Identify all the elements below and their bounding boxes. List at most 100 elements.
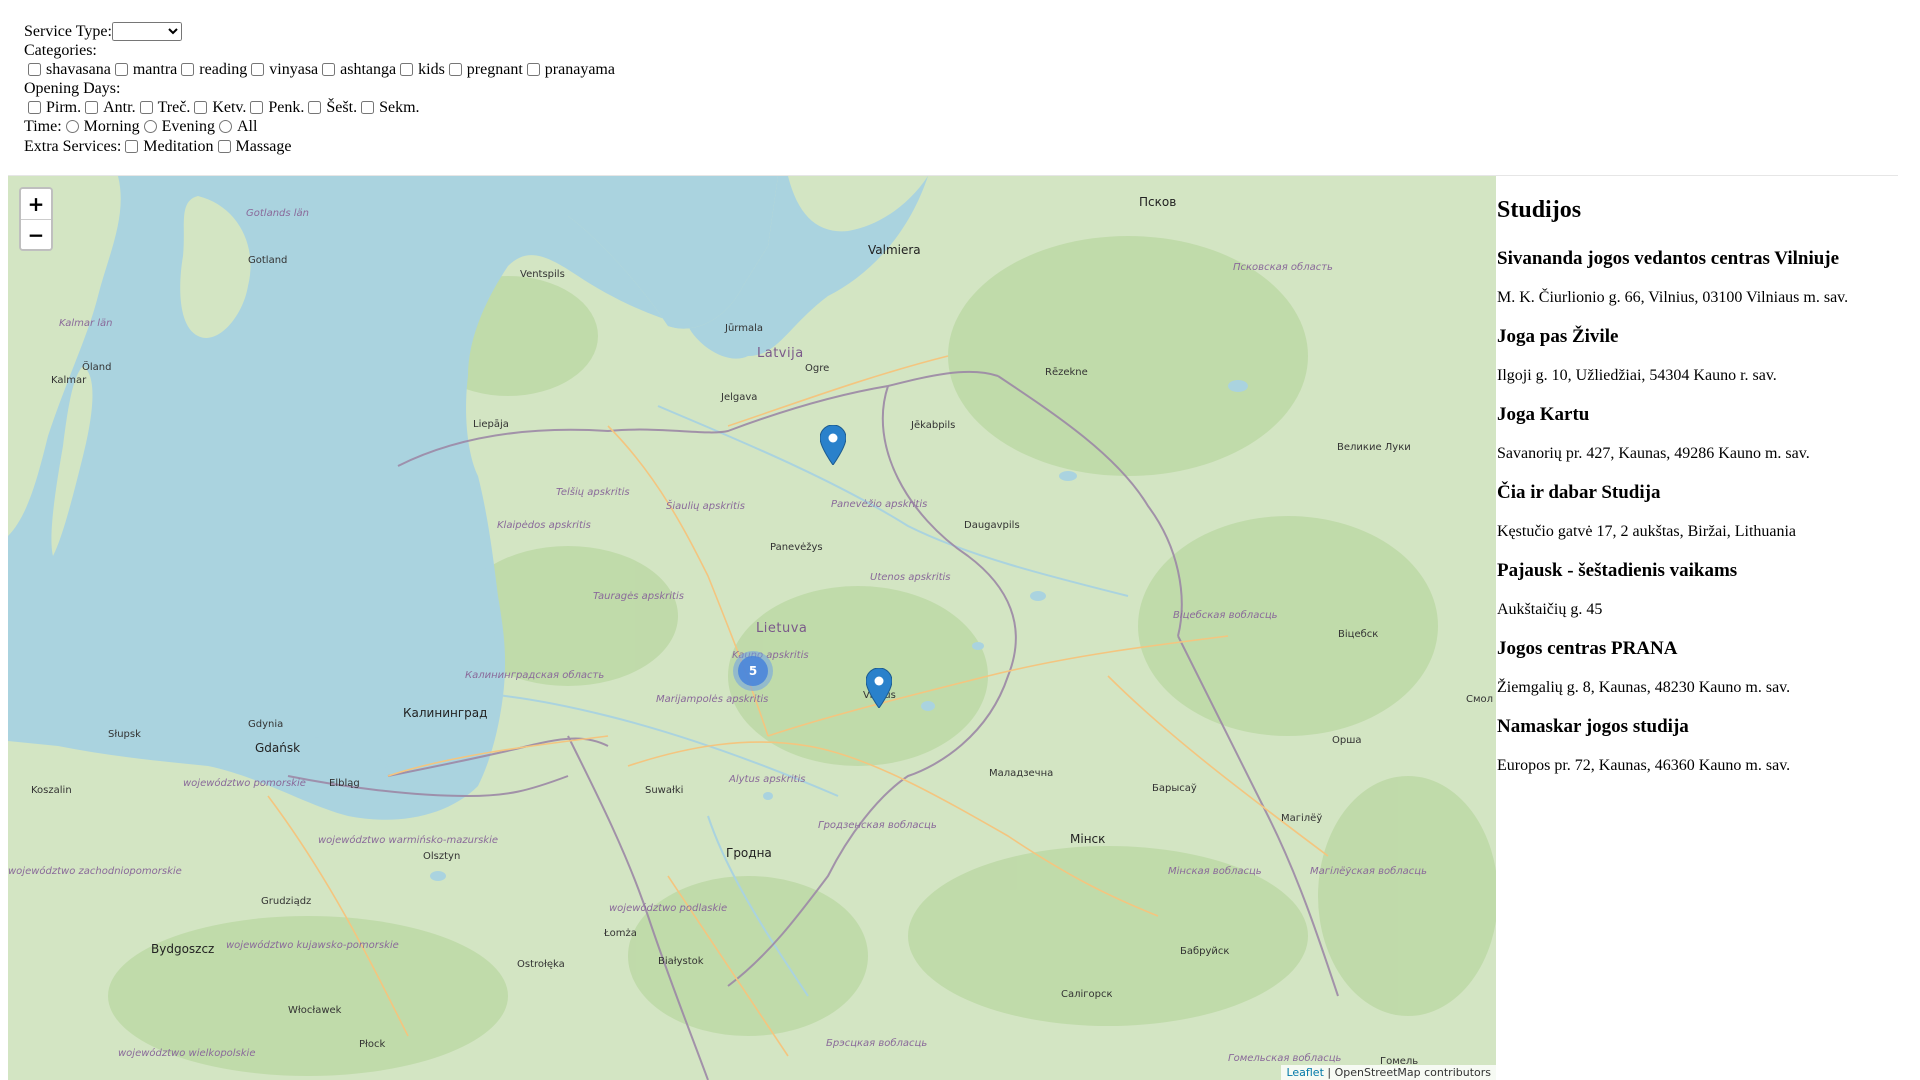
map-label-city: Салігорск (1061, 989, 1113, 1000)
day-label: Pirm. (46, 99, 82, 116)
studio-address: Žiemgalių g. 8, Kaunas, 48230 Kauno m. s… (1497, 679, 1791, 696)
map-label-city: Liepāja (473, 419, 509, 430)
studio-address: M. K. Čiurlionio g. 66, Vilnius, 03100 V… (1497, 289, 1849, 306)
category-checkbox-vinyasa[interactable] (251, 63, 265, 76)
studio-name: Čia ir dabar Studija (1497, 482, 1661, 503)
map-label-city: Słupsk (108, 729, 141, 740)
map-label-city: Rēzekne (1045, 367, 1088, 378)
studios-title: Studijos (1497, 197, 1582, 223)
filter-form: Service Type: Categories: shavasana mant… (24, 22, 615, 156)
studio-item: Jogos centras PRANA Žiemgalių g. 8, Kaun… (1497, 638, 1897, 697)
time-radio-all[interactable] (218, 120, 232, 133)
day-checkbox-pirm[interactable] (28, 101, 41, 114)
map-label-region: województwo podlaskie (609, 903, 728, 914)
studio-name: Joga pas Živile (1497, 326, 1619, 347)
studio-marker-birzai[interactable] (819, 424, 847, 466)
time-option-label: Morning (83, 118, 140, 135)
attribution-separator: | (1327, 1066, 1335, 1079)
map-label-city: Grudziądz (261, 896, 312, 907)
map-label-city: Ogre (805, 363, 830, 374)
time-option-label: All (236, 118, 258, 135)
map-label-city: Gdynia (248, 719, 284, 730)
map-label-city: Маладзечна (989, 768, 1054, 779)
map-label-city: Valmiera (868, 243, 921, 257)
zoom-in-button[interactable]: + (21, 189, 51, 219)
studio-address: Ilgoji g. 10, Užliedžiai, 54304 Kauno r.… (1497, 367, 1777, 384)
map-label-region: Гомельская вобласць (1228, 1053, 1342, 1064)
map-pin-icon (819, 424, 847, 466)
map-attribution: Leaflet | OpenStreetMap contributors (1281, 1065, 1496, 1080)
map-label-city: Bydgoszcz (151, 942, 215, 956)
day-checkbox-trec[interactable] (139, 101, 153, 114)
time-radio-morning[interactable] (65, 120, 79, 133)
map-label-region: Alytus apskritis (729, 774, 806, 785)
service-type-select[interactable] (111, 22, 182, 41)
extra-label: Massage (235, 138, 292, 155)
map-label-city: Ventspils (520, 269, 565, 280)
category-label: mantra (132, 61, 178, 78)
map-label-city: Włocławek (288, 1005, 342, 1016)
map-label-region: Gotlands län (246, 208, 310, 219)
map-label-city: Suwałki (645, 785, 684, 796)
map[interactable]: Псков Valmiera Ventspils Jūrmala Latvija… (8, 176, 1496, 1080)
map-label-region: Псковская область (1233, 262, 1333, 273)
studio-address: Europos pr. 72, Kaunas, 46360 Kauno m. s… (1497, 757, 1791, 774)
day-checkbox-sest[interactable] (308, 101, 322, 114)
category-checkbox-shavasana[interactable] (28, 63, 41, 76)
time-row: Time: Morning Evening All (24, 117, 615, 136)
map-label-city: Łomża (604, 928, 637, 939)
map-label-city: Płock (359, 1039, 386, 1050)
time-option-label: Evening (161, 118, 215, 135)
category-checkbox-pregnant[interactable] (448, 63, 462, 76)
map-label-city: Великие Луки (1337, 442, 1411, 453)
zoom-out-button[interactable]: − (21, 219, 51, 249)
map-label-city: Смол (1466, 694, 1494, 705)
day-checkbox-sekm[interactable] (361, 101, 375, 114)
day-label: Penk. (268, 99, 305, 116)
map-label-region: Магілёўская вобласць (1310, 866, 1428, 877)
category-checkbox-ashtanga[interactable] (322, 63, 336, 76)
extra-checkbox-meditation[interactable] (125, 140, 139, 153)
studio-item: Joga Kartu Savanorių pr. 427, Kaunas, 49… (1497, 404, 1897, 463)
studio-address: Aukštaičių g. 45 (1497, 601, 1603, 618)
map-label-region: Tauragės apskritis (593, 591, 684, 602)
category-label: pranayama (544, 61, 615, 78)
days-row: Pirm. Antr. Treč. Ketv. Penk. Šešt. Sekm… (24, 98, 615, 117)
map-label-city: Białystok (658, 956, 704, 967)
studio-item: Joga pas Živile Ilgoji g. 10, Užliedžiai… (1497, 326, 1897, 385)
service-type-label: Service Type: (24, 23, 112, 40)
day-checkbox-penk[interactable] (250, 101, 264, 114)
studio-name: Pajausk - šeštadienis vaikams (1497, 560, 1738, 581)
cluster-count: 5 (738, 656, 768, 686)
osm-attribution[interactable]: OpenStreetMap contributors (1335, 1066, 1491, 1079)
categories-label: Categories: (24, 42, 97, 59)
time-radio-evening[interactable] (143, 120, 157, 133)
category-checkbox-pranayama[interactable] (526, 63, 540, 76)
map-label-region: województwo wielkopolskie (118, 1048, 256, 1059)
studio-item: Sivananda jogos vedantos centras Vilniuj… (1497, 248, 1897, 307)
leaflet-link[interactable]: Leaflet (1286, 1066, 1323, 1079)
map-label-region: województwo kujawsko-pomorskie (226, 940, 399, 951)
map-label-city: Gdańsk (255, 741, 301, 755)
map-label-city: Мінск (1070, 832, 1106, 846)
day-label: Sekm. (379, 99, 420, 116)
studio-address: Kęstučio gatvė 17, 2 aukštas, Biržai, Li… (1497, 523, 1797, 540)
map-label-city: Калининград (403, 706, 488, 720)
studio-marker-vilnius[interactable] (865, 667, 893, 709)
map-label-city: Öland (82, 362, 112, 373)
day-checkbox-ketv[interactable] (194, 101, 208, 114)
category-label: kids (418, 61, 445, 78)
extra-checkbox-massage[interactable] (217, 140, 231, 153)
category-checkbox-kids[interactable] (400, 63, 414, 76)
map-label-country: Lietuva (756, 621, 808, 636)
map-label-city: Ostrołęka (517, 959, 565, 970)
category-checkbox-mantra[interactable] (114, 63, 128, 76)
map-label-city: Гродна (726, 846, 772, 860)
map-label-region: Telšių apskritis (556, 487, 630, 498)
map-label-city: Daugavpils (964, 520, 1020, 531)
marker-cluster-kaunas[interactable]: 5 (733, 651, 773, 691)
day-checkbox-antr[interactable] (85, 101, 99, 114)
map-label-region: Мінская вобласць (1168, 866, 1262, 877)
category-checkbox-reading[interactable] (181, 63, 195, 76)
map-label-city: Орша (1332, 735, 1362, 746)
